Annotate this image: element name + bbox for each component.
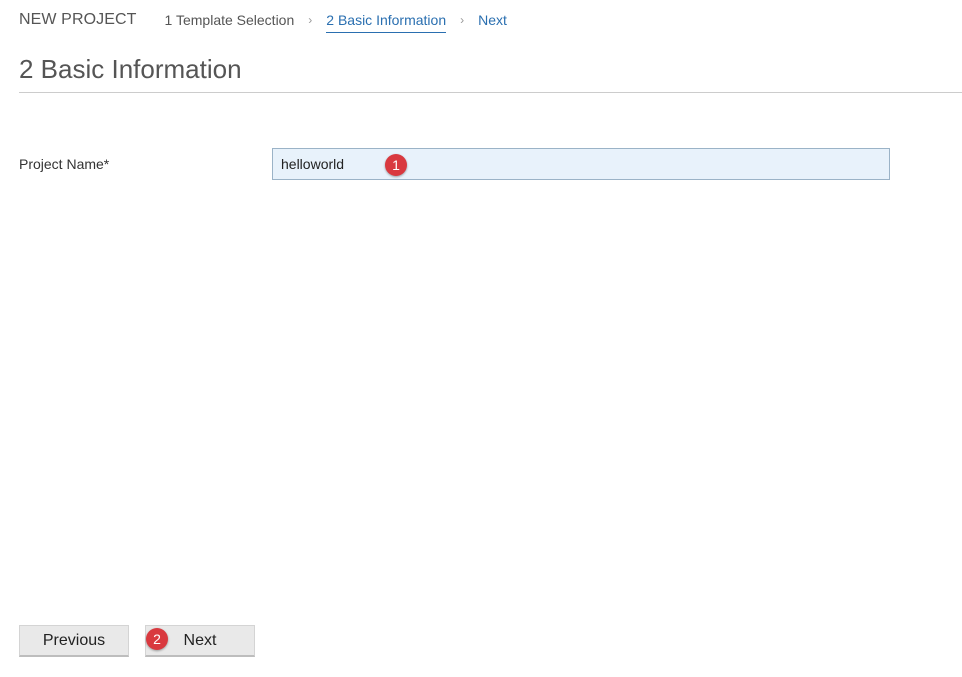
new-project-wizard: NEW PROJECT 1 Template Selection › 2 Bas… [0,0,962,677]
app-title: NEW PROJECT [19,11,137,28]
previous-button[interactable]: Previous [19,625,129,657]
step-marker-2: 2 [146,628,168,650]
page-title: 2 Basic Information [19,54,242,84]
divider [19,92,962,93]
chevron-right-icon: › [308,13,313,27]
breadcrumb: 1 Template Selection › 2 Basic Informati… [165,10,507,33]
chevron-right-icon: › [460,13,465,27]
breadcrumb-step-next[interactable]: Next [478,10,507,32]
project-name-label: Project Name* [19,156,110,172]
header: NEW PROJECT 1 Template Selection › 2 Bas… [19,10,507,34]
project-name-input[interactable] [272,148,890,180]
step-marker-1: 1 [385,154,407,176]
breadcrumb-step-template-selection[interactable]: 1 Template Selection [165,10,295,32]
breadcrumb-step-basic-information[interactable]: 2 Basic Information [326,10,447,33]
